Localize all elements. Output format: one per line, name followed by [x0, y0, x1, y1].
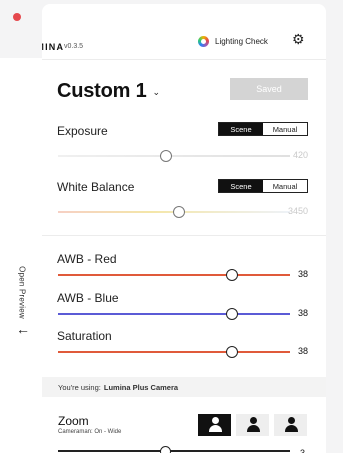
- white-balance-manual-button[interactable]: Manual: [263, 180, 307, 192]
- zoom-label: Zoom: [58, 414, 89, 428]
- person-icon: [246, 417, 260, 433]
- camera-prefix: You're using:: [58, 382, 101, 392]
- framing-wide-button[interactable]: [198, 414, 231, 436]
- preset-selector[interactable]: Custom 1 ⌄: [57, 80, 160, 103]
- saturation-label: Saturation: [57, 329, 112, 343]
- white-balance-label: White Balance: [57, 180, 135, 194]
- camera-name: Lumina Plus Camera: [103, 382, 179, 392]
- zoom-slider-track[interactable]: [58, 450, 290, 452]
- gear-icon[interactable]: ⚙: [292, 32, 306, 46]
- awb-red-label: AWB - Red: [57, 252, 117, 266]
- lighting-check-label: Lighting Check: [215, 36, 268, 46]
- header: LUMINA v0.3.5 Lighting Check ⚙: [42, 4, 326, 60]
- person-icon: [284, 417, 298, 433]
- framing-medium-button[interactable]: [236, 414, 269, 436]
- awb-blue-value: 38: [297, 308, 308, 318]
- zoom-slider-thumb[interactable]: [160, 446, 171, 453]
- saturation-slider-track[interactable]: [58, 351, 290, 353]
- white-balance-slider-thumb[interactable]: [173, 206, 185, 218]
- awb-blue-slider-thumb[interactable]: [226, 308, 238, 320]
- exposure-slider-thumb[interactable]: [160, 150, 172, 162]
- saturation-slider-thumb[interactable]: [226, 346, 238, 358]
- settings-panel: LUMINA v0.3.5 Lighting Check ⚙ Custom 1 …: [42, 4, 326, 453]
- zoom-value: 3: [300, 448, 306, 453]
- framing-close-button[interactable]: [274, 414, 307, 436]
- preset-title: Custom 1: [57, 80, 147, 102]
- header-divider: [42, 59, 326, 60]
- saved-button[interactable]: Saved: [230, 78, 308, 100]
- saturation-value: 38: [297, 346, 308, 356]
- app-logo: LUMINA: [42, 42, 65, 52]
- exposure-manual-button[interactable]: Manual: [263, 123, 307, 135]
- exposure-value: 420: [292, 150, 308, 160]
- awb-blue-slider-track[interactable]: [58, 313, 290, 315]
- arrow-left-icon[interactable]: ←: [16, 322, 30, 336]
- awb-blue-label: AWB - Blue: [57, 291, 119, 305]
- white-balance-mode-toggle: Scene Manual: [218, 179, 308, 193]
- open-preview-label: Open Preview: [17, 266, 27, 319]
- chevron-down-icon: ⌄: [152, 87, 161, 97]
- section-divider: [42, 235, 326, 236]
- window-close-dot[interactable]: [13, 13, 21, 21]
- person-icon: [208, 417, 222, 433]
- awb-red-slider-thumb[interactable]: [226, 269, 238, 281]
- app-version: v0.3.5: [64, 43, 84, 50]
- white-balance-value: 3450: [287, 206, 308, 216]
- white-balance-scene-button[interactable]: Scene: [219, 180, 263, 192]
- camera-info-bar: You're using: Lumina Plus Camera: [42, 377, 326, 397]
- exposure-label: Exposure: [57, 124, 108, 138]
- color-wheel-icon: [198, 35, 209, 47]
- scroll-rail[interactable]: [326, 4, 343, 453]
- exposure-slider-track[interactable]: [58, 155, 290, 157]
- awb-red-slider-track[interactable]: [58, 274, 290, 276]
- zoom-cameraman-status: Cameraman: On - Wide: [58, 429, 122, 435]
- lighting-check-button[interactable]: Lighting Check: [198, 34, 268, 48]
- awb-red-value: 38: [297, 269, 308, 279]
- exposure-mode-toggle: Scene Manual: [218, 122, 308, 136]
- exposure-scene-button[interactable]: Scene: [219, 123, 263, 135]
